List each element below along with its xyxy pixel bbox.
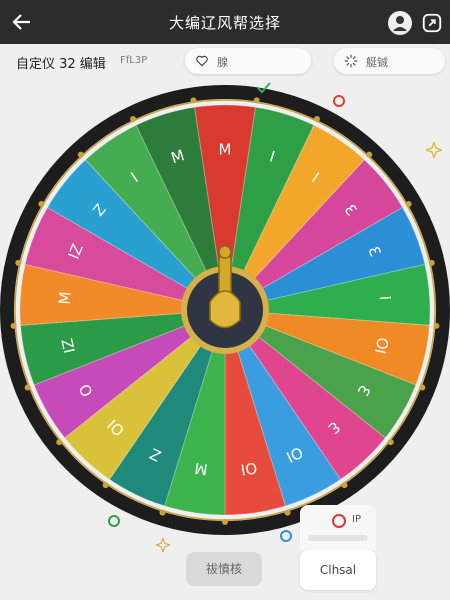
spin-wheel[interactable]: M IIƐƐIOIƐƐOIOIMZOIOIZMIZZIM [0, 80, 450, 550]
wheel-code: FfL3P [120, 55, 148, 66]
rim-marker [366, 151, 373, 158]
rim-marker [159, 509, 166, 516]
ip-bar [308, 535, 368, 541]
favorite-label: 腺 [217, 56, 228, 69]
page-title: 大编辽风帮选择 [168, 14, 281, 32]
rim-marker [56, 439, 63, 446]
loading-label: 艇铖 [366, 56, 388, 69]
wheel-segment-label: M [193, 459, 208, 479]
share-icon[interactable] [421, 11, 443, 35]
rose-icon [332, 514, 346, 528]
rim-marker [428, 259, 435, 266]
rim-marker [313, 115, 320, 122]
rim-marker [405, 201, 412, 207]
rim-marker [24, 384, 31, 391]
user-icon[interactable] [388, 11, 412, 35]
check-icon [257, 82, 271, 94]
spin-button[interactable]: 祓憤核 [186, 552, 262, 586]
ip-card[interactable]: IP [300, 505, 376, 550]
rim-marker [433, 322, 440, 329]
rim-marker [77, 151, 84, 158]
sparkle-icon [426, 142, 442, 158]
wheel-segment-label: M [56, 291, 75, 305]
flower-icon [333, 95, 345, 107]
rim-marker [15, 259, 22, 266]
clover-icon [108, 515, 120, 527]
wheel-segment-label: OI [240, 458, 259, 478]
rim-marker [284, 509, 291, 516]
rim-marker [10, 322, 17, 329]
rim-marker [38, 201, 45, 207]
heart-icon [196, 55, 208, 67]
rim-marker [253, 97, 260, 104]
top-bar: 大编辽风帮选择 [0, 0, 450, 44]
rim-marker [419, 384, 426, 391]
rim-marker [130, 115, 137, 122]
rim-marker [190, 97, 197, 104]
wheel-name[interactable]: 自定仪 32 编辑 [16, 53, 106, 72]
rim-marker [341, 482, 348, 489]
secondary-button[interactable]: Clhsal [300, 550, 376, 590]
rim-marker [387, 439, 394, 446]
bubble-icon [280, 530, 292, 542]
wheel-area: M I I Ɛ Ɛ I OI Ɛ Ɛ OI OI M Z OI O IZ M IZ Z I M [0, 80, 450, 550]
rim-marker [102, 482, 109, 489]
favorite-pill[interactable]: 腺 [185, 48, 311, 74]
spinner-icon [344, 54, 358, 68]
ip-label: IP [352, 514, 361, 525]
loading-pill[interactable]: 艇铖 [334, 48, 445, 74]
star-icon [156, 538, 170, 552]
wheel-segment-label: M [219, 141, 232, 159]
rim-marker [222, 519, 228, 525]
